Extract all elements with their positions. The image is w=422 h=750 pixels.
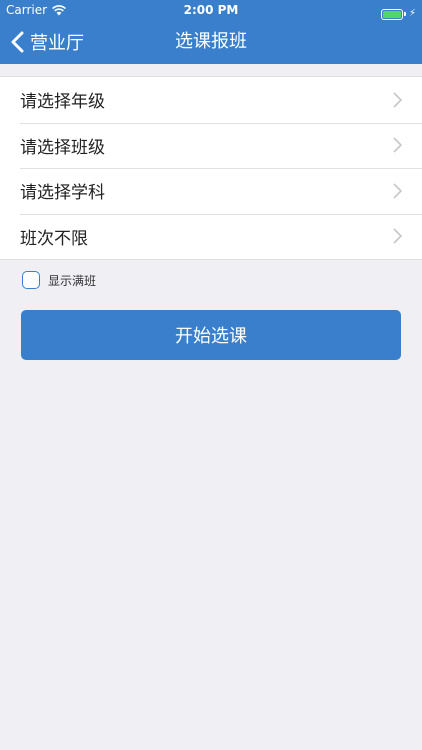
- nav-bar: 营业厅 选课报班: [0, 20, 422, 64]
- filter-label: 请选择学科: [20, 183, 105, 204]
- filter-row-subject[interactable]: 请选择学科: [0, 168, 422, 214]
- filter-label: 请选择班级: [20, 137, 105, 158]
- chevron-right-icon: [393, 183, 402, 199]
- filter-label: 请选择年级: [20, 92, 105, 113]
- chevron-right-icon: [393, 137, 402, 153]
- chevron-right-icon: [393, 228, 402, 244]
- filter-list: 请选择年级 请选择班级 请选择学科 班次不限: [0, 76, 422, 260]
- start-selection-button[interactable]: 开始选课: [21, 310, 401, 360]
- screen: Carrier 2:00 PM ⚡ 营业厅 选课报班 请选择年级 请选择班级 请…: [0, 0, 422, 750]
- show-full-classes-label: 显示满班: [48, 273, 97, 288]
- status-time: 2:00 PM: [183, 3, 239, 17]
- show-full-classes-checkbox[interactable]: [22, 271, 40, 289]
- show-full-classes-toggle[interactable]: 显示满班: [22, 270, 96, 290]
- page-title: 选课报班: [175, 31, 247, 52]
- filter-row-class[interactable]: 请选择班级: [0, 122, 422, 169]
- status-bar: Carrier 2:00 PM ⚡: [0, 0, 422, 20]
- top-bar: Carrier 2:00 PM ⚡ 营业厅 选课报班: [0, 0, 422, 64]
- chevron-right-icon: [393, 92, 402, 108]
- filter-row-grade[interactable]: 请选择年级: [0, 77, 422, 123]
- filter-label: 班次不限: [20, 228, 88, 249]
- filter-row-session[interactable]: 班次不限: [0, 213, 422, 260]
